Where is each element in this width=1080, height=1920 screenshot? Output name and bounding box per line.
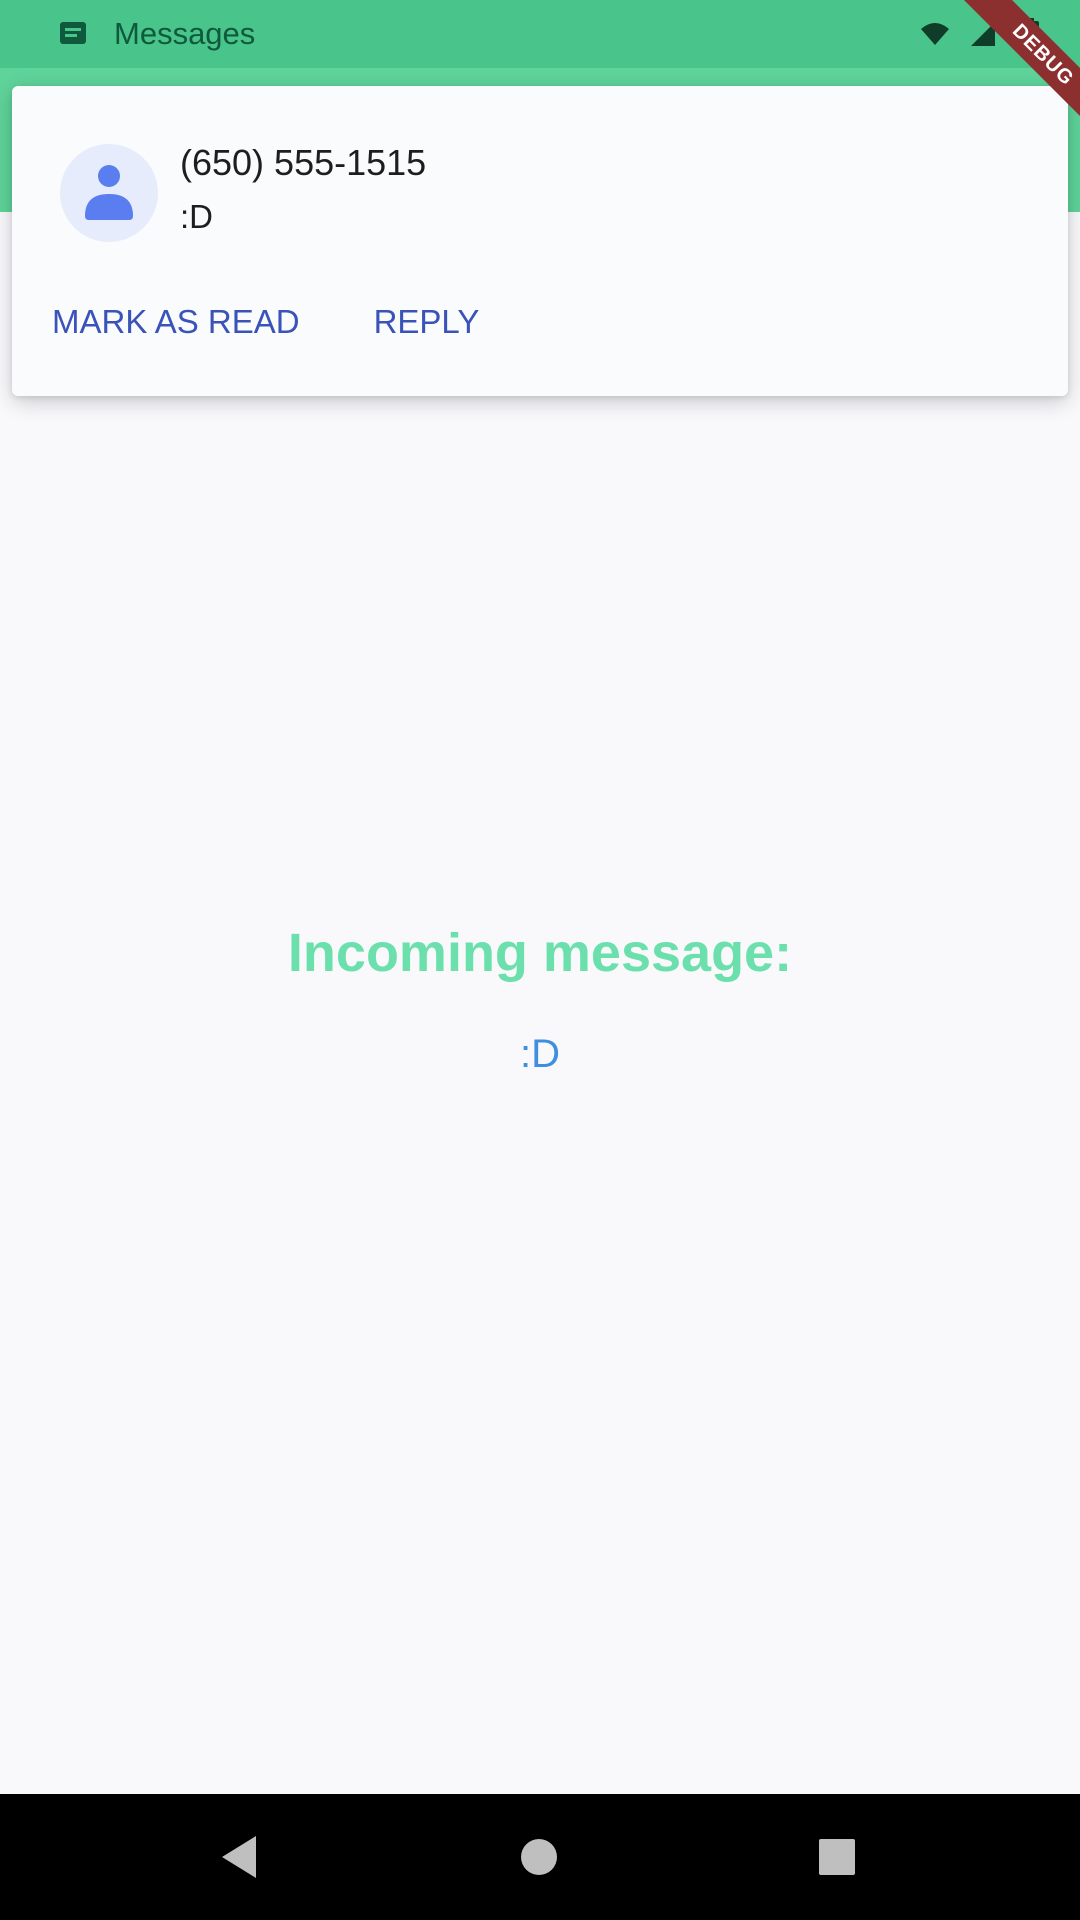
status-app-label: Messages <box>114 16 256 51</box>
notification-actions: MARK AS READ REPLY <box>52 294 479 350</box>
home-icon[interactable] <box>514 1832 564 1882</box>
main-content: Incoming message: :D <box>0 212 1080 1794</box>
message-notification[interactable]: (650) 555-1515 :D MARK AS READ REPLY <box>12 86 1068 396</box>
navigation-bar <box>0 1794 1080 1920</box>
incoming-message-heading: Incoming message: <box>287 923 793 983</box>
notification-sender: (650) 555-1515 <box>180 142 427 183</box>
notification-text: :D <box>180 198 213 235</box>
avatar <box>60 144 158 242</box>
person-icon <box>81 160 137 227</box>
status-bar: Messages <box>0 0 1080 68</box>
mark-as-read-button[interactable]: MARK AS READ <box>52 303 300 341</box>
messages-app-icon <box>56 17 90 51</box>
status-notification-area: Messages <box>56 12 255 56</box>
wifi-icon <box>918 17 952 51</box>
reply-button[interactable]: REPLY <box>374 303 480 341</box>
incoming-message-text: :D <box>520 1032 560 1076</box>
back-icon[interactable] <box>214 1832 264 1882</box>
recents-icon[interactable] <box>812 1832 862 1882</box>
